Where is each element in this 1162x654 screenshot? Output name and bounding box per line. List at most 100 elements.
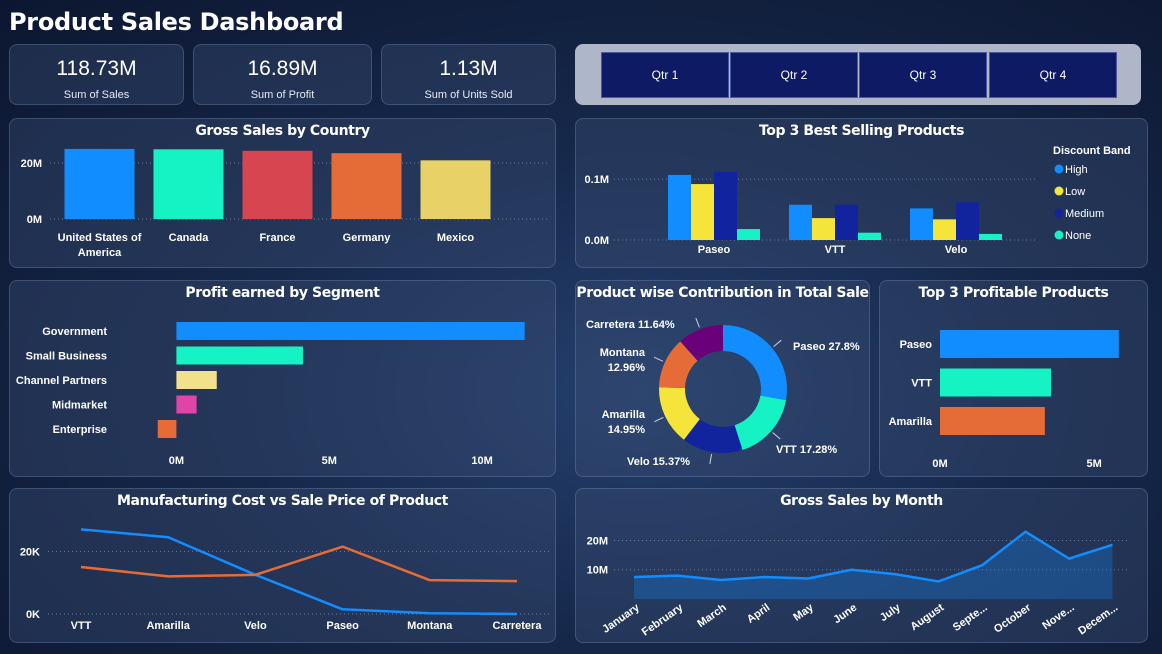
donut-leader-line [695, 317, 700, 328]
top3-bar-velo-none [979, 233, 1002, 240]
top3-bar-velo-medium [956, 202, 979, 240]
kpi-card-sales: 118.73M Sum of Sales [9, 44, 184, 105]
top3-legend-marker-high [1054, 164, 1064, 174]
country-category-label: America [78, 247, 122, 259]
donut-slice-label: Amarilla [602, 409, 646, 421]
kpi-profit-label: Sum of Profit [250, 89, 315, 101]
kpi-units-value: 1.13M [439, 57, 498, 80]
profitable-bar-paseo [940, 330, 1119, 358]
cost-category-label: Montana [407, 620, 453, 632]
country-category-label: Germany [343, 232, 392, 244]
donut-slice-label: Paseo 27.8% [793, 341, 860, 353]
top3-category-label: Velo [945, 244, 968, 256]
top3-legend-marker-none [1054, 230, 1064, 240]
segment-bar-government [176, 322, 525, 340]
top3-bar-paseo-medium [714, 171, 737, 240]
donut-leader-line [653, 356, 664, 362]
cost-chart-card: Manufacturing Cost vs Sale Price of Prod… [9, 488, 556, 643]
month-chart-card: Gross Sales by Month 10M 20M January Februa… [575, 488, 1148, 643]
segment-category-label: Enterprise [53, 424, 107, 436]
profitable-bar-chart: Paseo VTT Amarilla 0M 5M [889, 330, 1119, 470]
cost-line-chart: 0K 20K VTT Amarilla Velo Paseo Montana Carreter… [20, 528, 550, 632]
top3-legend-label: High [1065, 164, 1088, 176]
donut-chart-card: Product wise Contribution in Total Sale … [575, 280, 870, 477]
top3-legend-title: Discount Band [1053, 145, 1131, 157]
profitable-bar-vtt [940, 368, 1051, 397]
kpi-profit-value: 16.89M [247, 57, 318, 80]
top3-bar-vtt-medium [835, 204, 858, 240]
country-bar-united-states-of-america [64, 148, 135, 219]
donut-slice-label: Velo 15.37% [627, 456, 690, 468]
top3-category-label: Paseo [698, 244, 731, 256]
month-category-label: August [908, 601, 946, 633]
country-bar-germany [331, 153, 402, 219]
cost-category-label: Paseo [326, 620, 359, 632]
month-category-label: Nove... [1040, 602, 1076, 633]
cost-category-label: Velo [244, 620, 267, 632]
top3-bar-paseo-low [691, 184, 714, 240]
cost-category-label: Carretera [493, 620, 543, 632]
slicer-qtr3-button[interactable]: Qtr 3 [859, 52, 987, 98]
slicer-qtr2-button[interactable]: Qtr 2 [730, 52, 858, 98]
country-category-label: Mexico [437, 232, 475, 244]
profitable-chart-card: Top 3 Profitable Products Paseo VTT Amaril… [879, 280, 1148, 477]
segment-xtick-label: 0M [169, 455, 184, 467]
donut-chart: Paseo 27.8% VTT 17.28% Velo 15.37% Amarilla… [586, 317, 860, 468]
top3-bar-velo-low [933, 219, 956, 240]
donut-slice-label: Montana [600, 347, 646, 359]
donut-slice-vtt [734, 395, 787, 450]
quarter-slicer: Qtr 1 Qtr 2 Qtr 3 Qtr 4 [575, 44, 1141, 105]
segment-category-label: Government [42, 326, 107, 338]
month-category-label: July [878, 601, 904, 624]
top3-clustered-chart: 0.0M 0.1M Paseo VTT Velo Discount Band High Low… [585, 145, 1131, 256]
top3-legend-label: Medium [1065, 208, 1104, 220]
donut-slice-label: 12.96% [608, 362, 646, 374]
top3-bar-paseo-high [668, 174, 691, 240]
month-category-label: Septe... [951, 602, 990, 634]
profitable-category-label: Amarilla [889, 416, 933, 428]
donut-slice-label: VTT 17.28% [776, 444, 837, 456]
kpi-sales-value: 118.73M [56, 57, 137, 80]
segment-bar-channel-partners [176, 371, 217, 389]
segment-bar-midmarket [176, 395, 197, 414]
profitable-xtick-label: 5M [1087, 458, 1102, 470]
slicer-qtr4-button[interactable]: Qtr 4 [989, 52, 1117, 98]
segment-category-label: Small Business [26, 351, 107, 363]
month-category-label: October [992, 601, 1034, 635]
cost-ytick-label: 20K [20, 546, 40, 558]
top3-bar-vtt-low [812, 218, 835, 240]
month-category-label: January [600, 601, 642, 636]
top3-legend-label: None [1065, 230, 1091, 242]
dashboard-title: Product Sales Dashboard [9, 8, 344, 36]
month-ytick-label: 20M [587, 535, 608, 547]
top3-bar-velo-high [910, 208, 933, 240]
month-category-label: May [791, 601, 816, 624]
donut-leader-line [772, 432, 781, 440]
profitable-xtick-label: 0M [932, 458, 947, 470]
donut-leader-line [773, 339, 782, 347]
top3-legend-label: Low [1065, 186, 1085, 198]
country-bar-canada [153, 149, 224, 219]
slicer-qtr1-button[interactable]: Qtr 1 [601, 52, 729, 98]
country-category-label: Canada [169, 232, 210, 244]
segment-chart-card: Profit earned by Segment Government Small… [9, 280, 556, 477]
month-category-label: April [745, 602, 772, 626]
cost-ytick-label: 0K [26, 609, 40, 621]
kpi-card-profit: 16.89M Sum of Profit [193, 44, 372, 105]
top3-bar-vtt-none [858, 232, 881, 240]
top3-legend-marker-low [1054, 186, 1064, 196]
cost-category-label: VTT [71, 620, 92, 632]
donut-leader-line [709, 453, 713, 464]
donut-slice-paseo [723, 325, 787, 401]
country-category-label: France [259, 232, 295, 244]
top3-ytick-label: 0.1M [585, 174, 609, 186]
donut-slice-label: 14.95% [608, 424, 646, 436]
segment-bar-chart: Government Small Business Channel Partners… [16, 322, 525, 467]
profitable-bar-amarilla [940, 407, 1045, 435]
cost-category-label: Amarilla [146, 620, 190, 632]
segment-bar-small-business [176, 346, 303, 365]
country-ytick-label: 0M [27, 214, 42, 226]
country-bar-france [242, 150, 313, 219]
top3-ytick-label: 0.0M [585, 235, 609, 247]
segment-category-label: Channel Partners [16, 375, 107, 387]
